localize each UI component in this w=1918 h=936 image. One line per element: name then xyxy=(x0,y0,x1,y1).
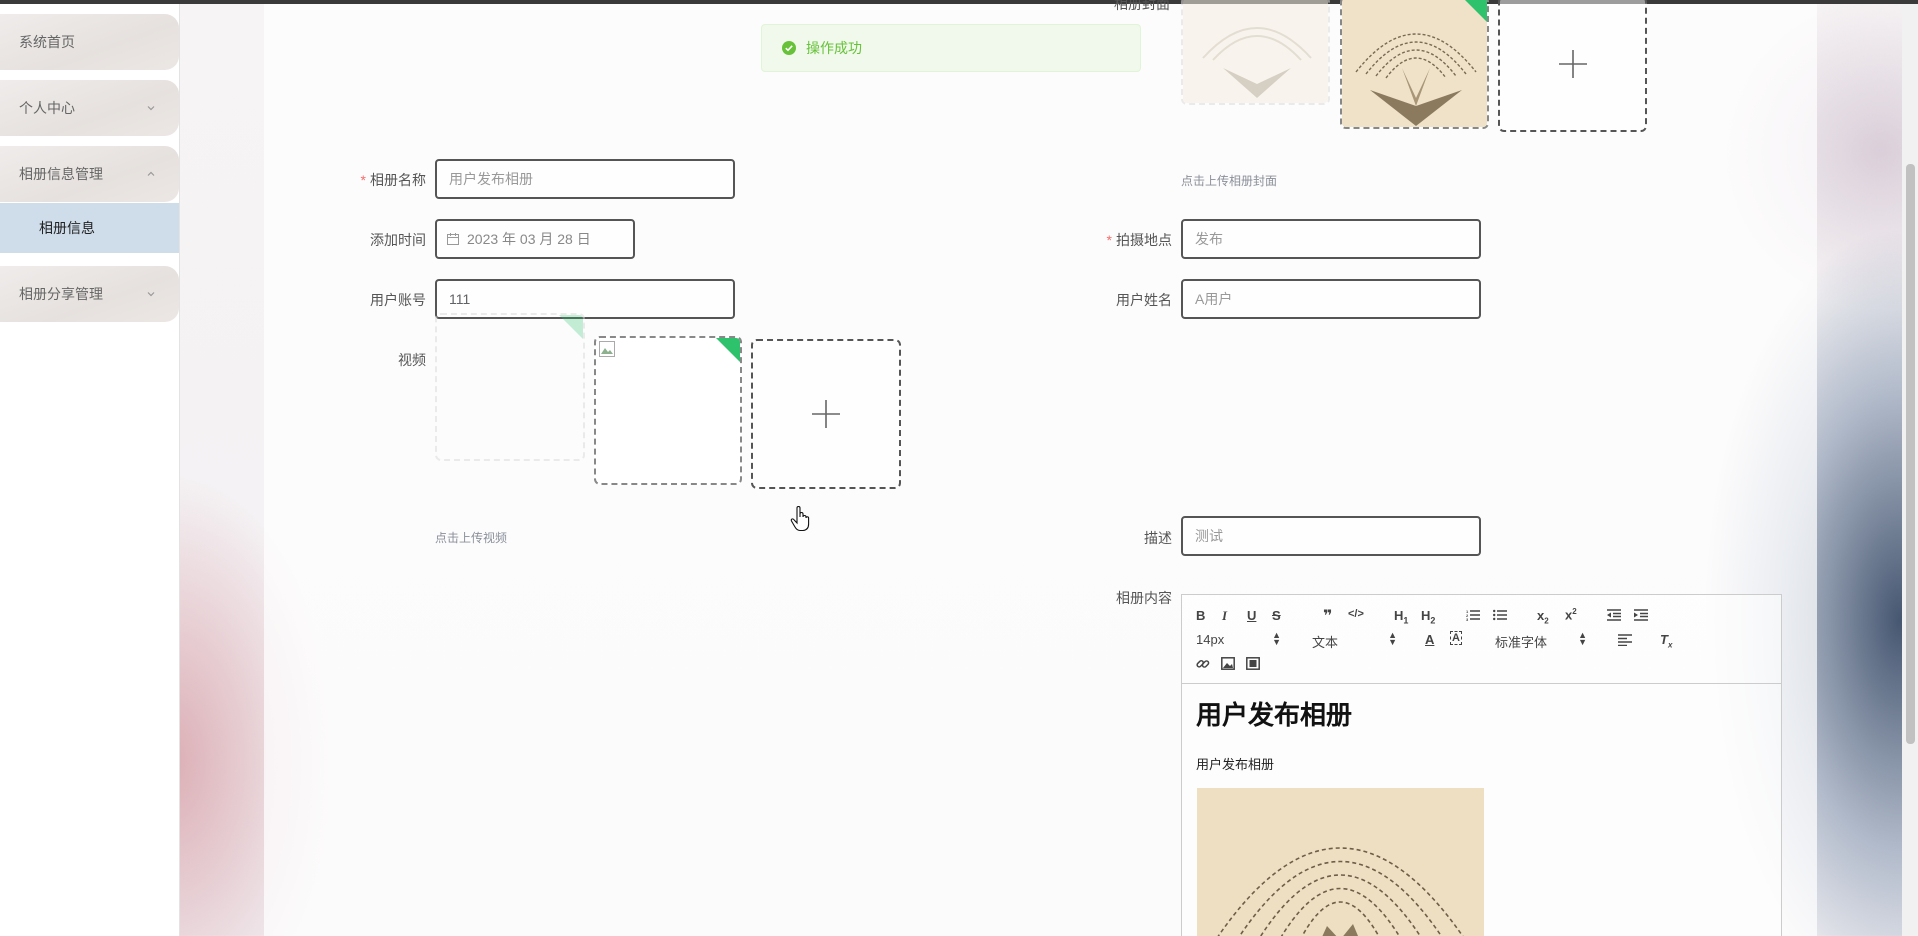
menu-item-label: 相册信息管理 xyxy=(19,166,103,182)
video-upload-hint: 点击上传视频 xyxy=(435,531,508,545)
svg-text:3: 3 xyxy=(1466,617,1469,621)
username-input[interactable] xyxy=(1181,279,1481,319)
calendar-icon xyxy=(447,233,459,245)
chevron-updown-icon: ▲ ▼ xyxy=(1578,630,1587,647)
location-label: * 拍摄地点 xyxy=(1106,232,1172,248)
align-icon[interactable] xyxy=(1618,634,1632,646)
background-color-icon[interactable]: A xyxy=(1450,631,1462,645)
image-icon[interactable] xyxy=(1221,657,1235,670)
location-input[interactable] xyxy=(1181,219,1481,259)
account-label: 用户账号 xyxy=(370,292,426,308)
outdent-icon[interactable] xyxy=(1607,609,1621,621)
book-image xyxy=(1197,788,1484,936)
rich-text-editor[interactable]: B I U S ❞ </> H1 H2 123 x2 x2 14px ▲ ▼ 文本 ▲… xyxy=(1181,594,1782,936)
chevron-updown-icon: ▲ ▼ xyxy=(1388,630,1397,647)
chevron-up-icon xyxy=(147,171,155,176)
add-time-date-picker[interactable]: 2023 年 03 月 28 日 xyxy=(435,219,635,259)
hand-cursor-icon xyxy=(790,506,810,532)
italic-icon[interactable]: I xyxy=(1222,608,1227,624)
code-icon[interactable]: </> xyxy=(1348,608,1364,620)
album-name-label: * 相册名称 xyxy=(360,172,426,188)
album-name-input[interactable] xyxy=(435,159,735,199)
strike-icon[interactable]: S xyxy=(1272,608,1281,623)
chevron-down-icon xyxy=(147,292,155,297)
superscript-icon[interactable]: x2 xyxy=(1565,607,1577,622)
chevron-updown-icon: ▲ ▼ xyxy=(1272,630,1281,647)
font-size-value: 14px xyxy=(1196,632,1225,647)
description-input[interactable] xyxy=(1181,516,1481,556)
menu-item-home[interactable]: 系统首页 xyxy=(0,14,179,70)
editor-toolbar: B I U S ❞ </> H1 H2 123 x2 x2 14px ▲ ▼ 文本 ▲… xyxy=(1182,595,1781,684)
page-scrollbar[interactable] xyxy=(1902,4,1918,936)
font-family-select[interactable]: 标准字体 ▲ ▼ xyxy=(1495,630,1587,651)
block-type-value: 文本 xyxy=(1312,635,1339,650)
menu-item-label: 个人中心 xyxy=(19,100,75,116)
username-label: 用户姓名 xyxy=(1116,292,1172,308)
success-toast: 操作成功 xyxy=(761,24,1141,72)
description-label: 描述 xyxy=(1144,530,1172,546)
clear-format-icon[interactable]: Tx xyxy=(1660,632,1672,650)
cover-thumbnail-faded[interactable] xyxy=(1181,0,1330,105)
content-label: 相册内容 xyxy=(1116,590,1172,606)
editor-content[interactable]: 用户发布相册 用户发布相册 xyxy=(1196,695,1352,773)
underline-icon[interactable]: U xyxy=(1247,608,1256,623)
video-thumbnail[interactable] xyxy=(594,336,742,485)
editor-heading: 用户发布相册 xyxy=(1196,700,1353,730)
h2-icon[interactable]: H2 xyxy=(1421,608,1435,626)
add-time-value: 2023 年 03 月 28 日 xyxy=(467,231,591,247)
bold-icon[interactable]: B xyxy=(1196,608,1205,623)
block-type-select[interactable]: 文本 ▲ ▼ xyxy=(1312,630,1397,651)
menu-item-album-share-management[interactable]: 相册分享管理 xyxy=(0,266,179,322)
cover-label: 相册封面 xyxy=(1114,0,1170,12)
font-family-value: 标准字体 xyxy=(1495,635,1548,650)
cover-upload-button[interactable] xyxy=(1498,0,1647,132)
video-label: 视频 xyxy=(398,352,426,368)
editor-embedded-image xyxy=(1197,788,1484,936)
broken-image-icon xyxy=(599,341,615,357)
submenu-item-album-info[interactable]: 相册信息 xyxy=(0,203,179,253)
submenu-item-label: 相册信息 xyxy=(39,220,95,236)
video-upload-button[interactable] xyxy=(751,339,901,489)
book-image xyxy=(1183,0,1328,103)
chevron-down-icon xyxy=(147,106,155,111)
bullet-list-icon[interactable] xyxy=(1493,609,1507,621)
plus-icon xyxy=(812,400,840,428)
add-time-label: 添加时间 xyxy=(370,232,426,248)
toast-message: 操作成功 xyxy=(806,40,862,56)
video-thumbnail-faded[interactable] xyxy=(435,313,585,461)
h1-icon[interactable]: H1 xyxy=(1394,608,1408,626)
sidebar: 系统首页 个人中心 相册信息管理 相册信息 相册分享管理 xyxy=(0,4,180,936)
text-color-icon[interactable]: A xyxy=(1425,632,1434,647)
uploaded-badge xyxy=(1462,0,1487,23)
plus-icon xyxy=(1558,50,1587,78)
subscript-icon[interactable]: x2 xyxy=(1537,608,1549,626)
scrollbar-thumb[interactable] xyxy=(1906,164,1915,744)
editor-paragraph: 用户发布相册 xyxy=(1196,757,1275,772)
check-circle-icon xyxy=(782,41,796,55)
ordered-list-icon[interactable]: 123 xyxy=(1466,609,1480,621)
link-icon[interactable] xyxy=(1196,657,1210,671)
menu-item-personal-center[interactable]: 个人中心 xyxy=(0,80,179,136)
uploaded-badge xyxy=(715,338,740,363)
cover-thumbnail[interactable] xyxy=(1340,0,1489,129)
menu-item-album-info-management[interactable]: 相册信息管理 xyxy=(0,146,179,202)
menu-item-label: 系统首页 xyxy=(19,34,75,50)
cover-upload-hint: 点击上传相册封面 xyxy=(1181,174,1278,188)
font-size-select[interactable]: 14px ▲ ▼ xyxy=(1196,630,1281,648)
indent-icon[interactable] xyxy=(1634,609,1648,621)
uploaded-badge xyxy=(558,315,583,340)
quote-icon[interactable]: ❞ xyxy=(1323,606,1332,626)
menu-item-label: 相册分享管理 xyxy=(19,286,103,302)
video-icon[interactable] xyxy=(1246,657,1260,670)
